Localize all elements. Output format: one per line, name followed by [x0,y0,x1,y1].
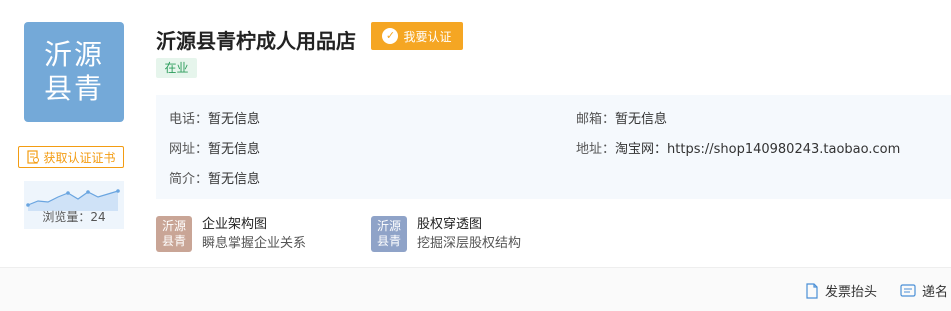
structure-mini-logo: 沂源 县青 [156,216,192,252]
phone-row: 电话：暂无信息 [169,108,260,127]
address-value[interactable]: 淘宝网：https://shop140980243.taobao.com [615,142,900,157]
invoice-header-label: 发票抬头 [825,285,878,300]
check-badge-icon: ✓ [382,28,399,44]
phone-value: 暂无信息 [208,112,261,127]
website-label: 网址： [169,142,209,157]
get-certificate-label: 获取认证证书 [43,150,116,165]
views-label: 浏览量：24 [24,208,124,225]
get-certificate-button[interactable]: 获取认证证书 [18,146,124,168]
equity-mini-logo: 沂源 县青 [371,216,407,252]
email-row: 邮箱：暂无信息 [576,108,667,127]
page-views-panel: 浏览量：24 [24,181,124,229]
equity-title: 股权穿透图 [417,217,483,232]
logo-line-1: 沂源 [43,38,104,71]
company-name: 沂源县青柠成人用品店 [156,29,356,53]
email-label: 邮箱： [576,112,616,127]
company-logo: 沂源 县青 [24,22,124,122]
business-card-button[interactable]: 递名 [900,281,948,300]
phone-label: 电话： [169,112,209,127]
invoice-header-button[interactable]: 发票抬头 [805,281,877,300]
structure-subtitle: 瞬息掌握企业关系 [202,236,307,251]
contact-info-panel: 电话：暂无信息 邮箱：暂无信息 网址：暂无信息 地址：淘宝网：https://s… [156,95,951,199]
website-row: 网址：暂无信息 [169,138,260,157]
certificate-icon [27,150,40,164]
views-label-text: 浏览量： [42,210,91,224]
intro-label: 简介： [169,172,209,187]
address-label: 地址： [576,142,616,157]
enterprise-structure-link[interactable]: 沂源 县青 企业架构图 瞬息掌握企业关系 [156,216,306,254]
equity-logo-line-2: 县青 [376,234,401,248]
bottom-action-bar: 发票抬头 递名 [0,267,951,311]
document-icon [806,282,818,299]
structure-logo-line-2: 县青 [161,234,186,248]
verify-label: 我要认证 [403,29,452,44]
intro-value: 暂无信息 [208,172,261,187]
business-card-label: 递名 [922,285,949,300]
email-value: 暂无信息 [615,112,668,127]
card-icon [900,284,916,297]
equity-subtitle: 挖掘深层股权结构 [417,236,522,251]
intro-row: 简介：暂无信息 [169,168,260,187]
verify-button[interactable]: ✓ 我要认证 [371,22,463,50]
structure-logo-line-1: 沂源 [161,219,186,233]
logo-line-2: 县青 [43,72,104,105]
views-count: 24 [90,210,106,224]
address-row: 地址：淘宝网：https://shop140980243.taobao.com [576,138,900,157]
equity-penetration-link[interactable]: 沂源 县青 股权穿透图 挖掘深层股权结构 [371,216,521,254]
status-badge: 在业 [156,58,197,78]
website-value: 暂无信息 [208,142,261,157]
structure-title: 企业架构图 [202,217,268,232]
equity-logo-line-1: 沂源 [376,219,401,233]
